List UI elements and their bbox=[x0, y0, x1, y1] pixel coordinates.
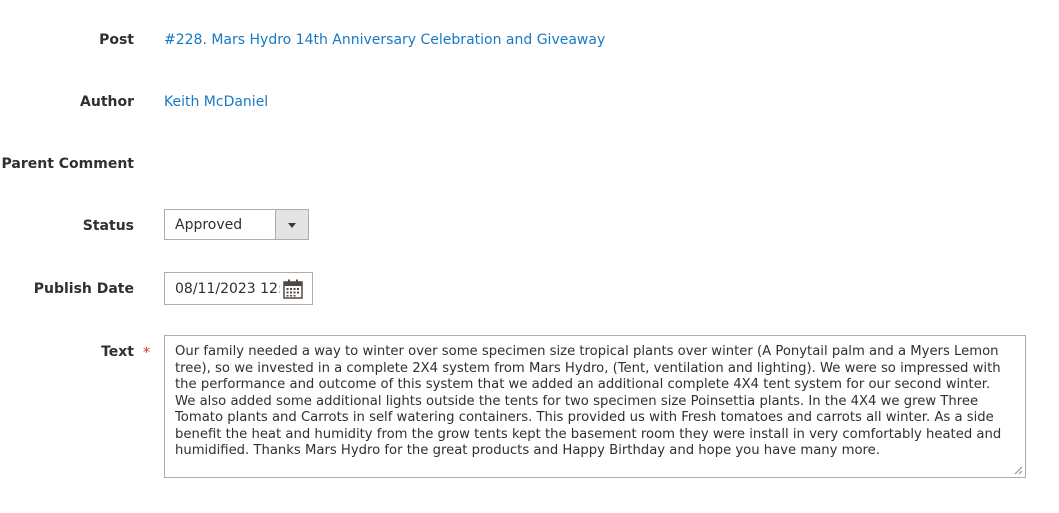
resize-handle-icon[interactable] bbox=[1014, 466, 1023, 475]
chevron-down-icon[interactable] bbox=[275, 210, 308, 239]
required-marker: * bbox=[143, 345, 150, 361]
text-textarea-content: Our family needed a way to winter over s… bbox=[175, 344, 1002, 458]
parent-comment-label: Parent Comment bbox=[1, 156, 135, 172]
calendar-icon[interactable] bbox=[283, 279, 303, 299]
text-label: Text bbox=[101, 344, 134, 360]
author-link[interactable]: Keith McDaniel bbox=[164, 92, 268, 112]
post-link[interactable]: #228. Mars Hydro 14th Anniversary Celebr… bbox=[164, 30, 605, 50]
text-textarea[interactable]: Our family needed a way to winter over s… bbox=[164, 335, 1026, 478]
status-label: Status bbox=[82, 218, 134, 234]
post-label: Post bbox=[99, 32, 134, 48]
status-select[interactable]: Approved bbox=[164, 209, 309, 240]
publish-date-label: Publish Date bbox=[33, 281, 134, 297]
publish-date-input[interactable]: 08/11/2023 12:00 bbox=[164, 272, 313, 305]
author-label: Author bbox=[80, 94, 134, 110]
status-select-value: Approved bbox=[175, 217, 243, 233]
publish-date-value: 08/11/2023 12:00 bbox=[175, 281, 280, 297]
